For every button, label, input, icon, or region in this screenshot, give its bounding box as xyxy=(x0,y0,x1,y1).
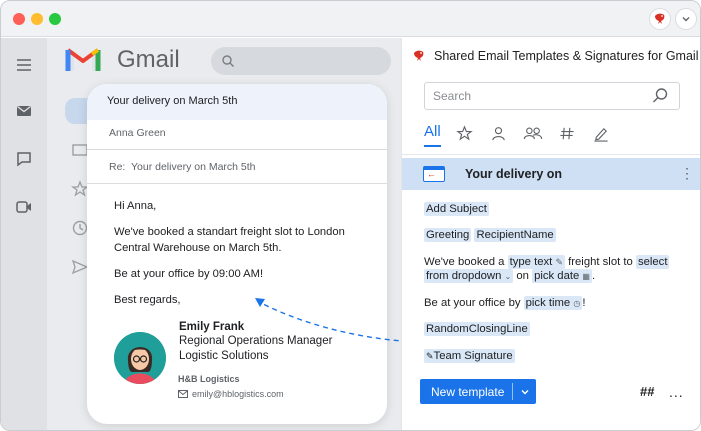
type-text-macro[interactable]: type text ✎ xyxy=(507,255,565,269)
add-subject-macro[interactable]: Add Subject xyxy=(424,202,489,216)
clock-icon: ◷ xyxy=(573,299,581,308)
email-recipient[interactable]: Anna Green xyxy=(109,127,166,139)
close-window-button[interactable] xyxy=(13,13,25,25)
template-name: Your delivery on xyxy=(465,167,563,181)
gmail-brand-text: Gmail xyxy=(117,46,180,73)
new-template-label: New template xyxy=(431,384,505,399)
pick-date-macro[interactable]: pick date ▦ xyxy=(532,269,592,283)
divider xyxy=(87,149,387,150)
gmail-logo-icon xyxy=(65,48,101,71)
hashtag-icon xyxy=(560,127,574,139)
type-text-label: type text xyxy=(509,256,553,268)
chat-icon[interactable] xyxy=(15,150,33,168)
star-icon xyxy=(456,124,473,141)
email-line-2: Be at your office by 09:00 AM! xyxy=(114,268,264,280)
extension-panel: Shared Email Templates & Signatures for … xyxy=(401,38,700,430)
search-icon xyxy=(222,55,234,67)
tab-my-templates[interactable] xyxy=(489,123,509,143)
template-insert-icon: ← xyxy=(423,166,445,182)
greeting-macro[interactable]: Greeting xyxy=(424,228,472,242)
tab-favorites[interactable] xyxy=(455,123,475,143)
pick-time-label: pick time xyxy=(525,297,571,309)
extension-logo-button[interactable] xyxy=(649,8,671,30)
title-bar xyxy=(1,1,700,37)
envelope-icon xyxy=(178,390,188,398)
browser-window: Gmail Your delivery on March 5th Anna Gr… xyxy=(0,0,701,431)
more-options-button[interactable]: ... xyxy=(669,384,684,400)
template-search-input[interactable] xyxy=(425,83,635,109)
more-vert-icon[interactable]: ⋮ xyxy=(680,166,694,180)
chevron-down-icon xyxy=(682,17,690,22)
avatar xyxy=(114,332,166,384)
template-period: . xyxy=(591,270,596,282)
calendar-icon: ▦ xyxy=(582,272,590,281)
menu-icon[interactable] xyxy=(15,56,33,74)
tab-shared-templates[interactable] xyxy=(523,123,543,143)
pick-time-macro[interactable]: pick time ◷ xyxy=(523,296,583,310)
gmail-left-rail xyxy=(1,38,47,430)
tab-signatures[interactable] xyxy=(591,123,611,143)
chevron-down-icon xyxy=(521,389,528,394)
person-icon xyxy=(492,126,505,140)
email-line-1: We've booked a standart freight slot to … xyxy=(114,226,345,254)
email-reply-subject[interactable]: Re: Your delivery on March 5th xyxy=(109,161,256,173)
template-search-box[interactable] xyxy=(424,82,680,110)
new-template-dropdown[interactable] xyxy=(513,387,536,397)
reply-subject-text: Your delivery on March 5th xyxy=(131,161,256,173)
email-subject-bar[interactable]: Your delivery on March 5th xyxy=(87,84,387,120)
random-closing-macro[interactable]: RandomClosingLine xyxy=(424,322,530,336)
template-line-prefix: We've booked a xyxy=(424,256,505,268)
signature-brand: H&B Logistics xyxy=(178,374,240,384)
team-signature-label: Team Signature xyxy=(433,350,513,362)
hashtag-button[interactable]: ## xyxy=(640,384,654,399)
team-signature-macro[interactable]: ✎Team Signature xyxy=(424,349,515,363)
email-greeting: Hi Anna, xyxy=(114,200,157,212)
new-template-button[interactable]: New template xyxy=(420,379,536,404)
reply-prefix: Re: xyxy=(109,161,126,173)
signature-email[interactable]: emily@hblogistics.com xyxy=(192,389,284,399)
tab-all[interactable]: All xyxy=(424,123,441,147)
maximize-window-button[interactable] xyxy=(49,13,61,25)
bird-logo-icon xyxy=(414,50,424,61)
panel-title: Shared Email Templates & Signatures for … xyxy=(434,49,699,63)
email-compose-card: Your delivery on March 5th Anna Green Re… xyxy=(87,84,387,424)
template-office-prefix: Be at your office by xyxy=(424,297,521,309)
bird-logo-icon xyxy=(655,13,665,24)
signature-email-row: emily@hblogistics.com xyxy=(178,389,284,399)
pencil-icon: ✎ xyxy=(555,257,563,267)
template-tabs: All xyxy=(424,120,611,147)
signature-icon: ✎ xyxy=(426,351,434,361)
gmail-search-bar[interactable] xyxy=(211,47,391,75)
pick-date-label: pick date xyxy=(534,270,580,282)
extension-menu-button[interactable] xyxy=(675,8,697,30)
recipient-name-macro[interactable]: RecipientName xyxy=(474,228,556,242)
signature-name: Emily Frank xyxy=(179,321,245,333)
template-on-word: on xyxy=(516,270,529,282)
select-dropdown-macro-part2[interactable]: from dropdown ⌄ xyxy=(424,269,514,283)
email-subject: Your delivery on March 5th xyxy=(107,95,238,107)
divider xyxy=(402,154,700,155)
people-icon xyxy=(523,127,542,139)
panel-header: Shared Email Templates & Signatures for … xyxy=(412,49,698,63)
minimize-window-button[interactable] xyxy=(31,13,43,25)
divider xyxy=(87,183,387,184)
person-avatar-icon xyxy=(114,332,166,384)
template-exclaim: ! xyxy=(582,297,586,309)
meet-icon[interactable] xyxy=(15,198,33,216)
dropdown-caret-icon: ⌄ xyxy=(504,272,512,281)
search-icon[interactable] xyxy=(651,87,669,105)
select-dropdown-macro-part1[interactable]: select xyxy=(635,255,670,269)
mail-icon[interactable] xyxy=(15,102,33,120)
select-dropdown-label: from dropdown xyxy=(426,270,502,282)
template-line-mid: freight slot to xyxy=(568,256,633,268)
pen-icon xyxy=(594,127,608,142)
template-list-item[interactable]: ← Your delivery on ⋮ xyxy=(402,158,700,190)
tab-hashtags[interactable] xyxy=(557,123,577,143)
